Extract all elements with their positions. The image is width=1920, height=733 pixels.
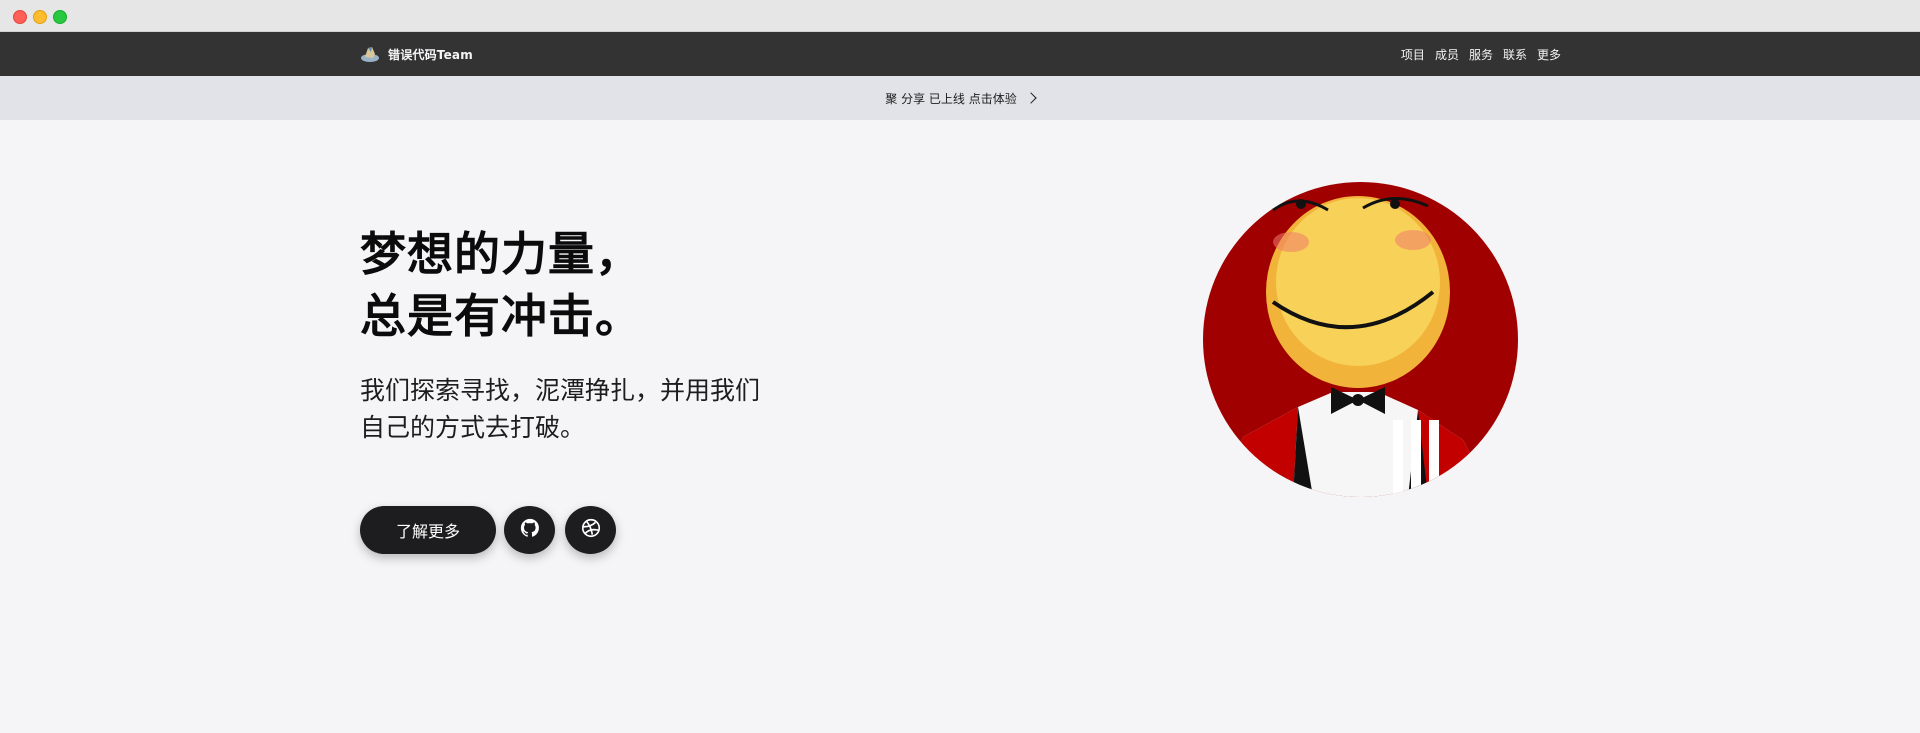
window-titlebar	[0, 0, 1920, 32]
window-minimize-button[interactable]	[33, 10, 47, 24]
nav-link-contact[interactable]: 联系	[1503, 46, 1527, 63]
announcement-link[interactable]: 聚 分享 已上线 点击体验	[885, 90, 1016, 107]
nav-link-services[interactable]: 服务	[1469, 46, 1493, 63]
chevron-right-icon[interactable]	[1025, 92, 1037, 104]
nav-link-projects[interactable]: 项目	[1401, 46, 1425, 63]
hero-title-line-1: 梦想的力量，	[360, 227, 642, 281]
navbar: 错误代码Team 项目 成员 服务 联系 更多	[0, 32, 1920, 76]
github-button[interactable]	[504, 506, 555, 554]
dribbble-button[interactable]	[565, 506, 616, 554]
hero-title: 梦想的力量， 总是有冲击。	[360, 223, 642, 347]
nav-link-members[interactable]: 成员	[1435, 46, 1459, 63]
logo-icon	[360, 45, 380, 63]
hero-subtitle: 我们探索寻找，泥潭挣扎，并用我们自己的方式去打破。	[360, 376, 761, 442]
hero-avatar-image	[1203, 182, 1518, 497]
brand-link[interactable]: 错误代码Team	[360, 32, 473, 76]
hero-title-line-2: 总是有冲击。	[360, 289, 642, 343]
github-icon	[519, 517, 541, 543]
nav-link-more[interactable]: 更多	[1537, 46, 1561, 63]
dribbble-icon	[580, 517, 602, 543]
learn-more-button[interactable]: 了解更多	[360, 506, 496, 554]
announcement-bar: 聚 分享 已上线 点击体验	[0, 76, 1920, 120]
brand-name: 错误代码Team	[388, 47, 473, 62]
window-maximize-button[interactable]	[53, 10, 67, 24]
window-close-button[interactable]	[13, 10, 27, 24]
nav-menu: 项目 成员 服务 联系 更多	[1401, 32, 1561, 76]
